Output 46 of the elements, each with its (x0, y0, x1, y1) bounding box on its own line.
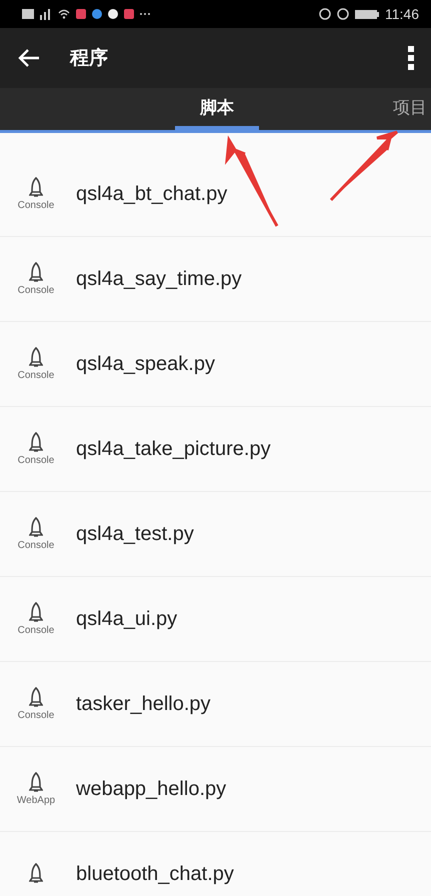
script-name: qsl4a_say_time.py (76, 268, 242, 290)
script-type: WebApp (16, 795, 56, 806)
script-name: bluetooth_chat.py (76, 862, 234, 886)
back-button[interactable] (18, 49, 40, 67)
rocket-icon (29, 863, 43, 885)
script-name: tasker_hello.py (76, 692, 211, 716)
rocket-icon (29, 432, 43, 454)
script-name: qsl4a_take_picture.py (76, 438, 271, 460)
rocket-icon (29, 772, 43, 794)
script-row[interactable]: WebApp webapp_hello.py (0, 747, 431, 832)
wifi-icon (58, 9, 70, 19)
script-name: qsl4a_test.py (76, 522, 194, 546)
signal-icon (40, 8, 52, 20)
script-row[interactable]: Console qsl4a_take_picture.py (0, 407, 431, 492)
chat-icon (108, 9, 118, 19)
rocket-icon (29, 262, 43, 284)
script-type: Console (18, 625, 54, 636)
rocket-icon (29, 517, 43, 539)
script-row[interactable]: Console qsl4a_ui.py (0, 577, 431, 662)
script-name: webapp_hello.py (76, 778, 226, 800)
script-type: Console (18, 370, 54, 381)
script-name: qsl4a_speak.py (76, 352, 215, 376)
app-icon (124, 9, 134, 19)
script-type: Console (18, 710, 54, 721)
tab[interactable]: 脚本 (175, 88, 259, 130)
rocket-icon (29, 347, 43, 369)
hd-icon (22, 9, 34, 19)
script-name: qsl4a_bt_chat.py (76, 182, 228, 206)
battery-icon (355, 10, 379, 18)
script-type: Console (18, 285, 54, 296)
status-time: 11:46 (385, 6, 419, 22)
rocket-icon (29, 177, 43, 199)
app-title: 程序 (70, 46, 109, 71)
tab[interactable]: 项目 (389, 88, 431, 130)
rocket-icon (29, 602, 43, 624)
script-row[interactable]: Console qsl4a_test.py (0, 492, 431, 577)
menu-button[interactable] (407, 45, 415, 71)
rocket-icon (29, 687, 43, 709)
script-type: Console (18, 200, 54, 211)
script-row[interactable]: Console tasker_hello.py (0, 662, 431, 747)
script-name: qsl4a_ui.py (76, 608, 178, 630)
script-type: Console (18, 455, 54, 466)
script-row[interactable]: Console qsl4a_speak.py (0, 322, 431, 407)
script-row[interactable]: bluetooth_chat.py (0, 832, 431, 896)
script-type: Console (18, 540, 54, 551)
script-row[interactable]: Console qsl4a_say_time.py (0, 237, 431, 322)
